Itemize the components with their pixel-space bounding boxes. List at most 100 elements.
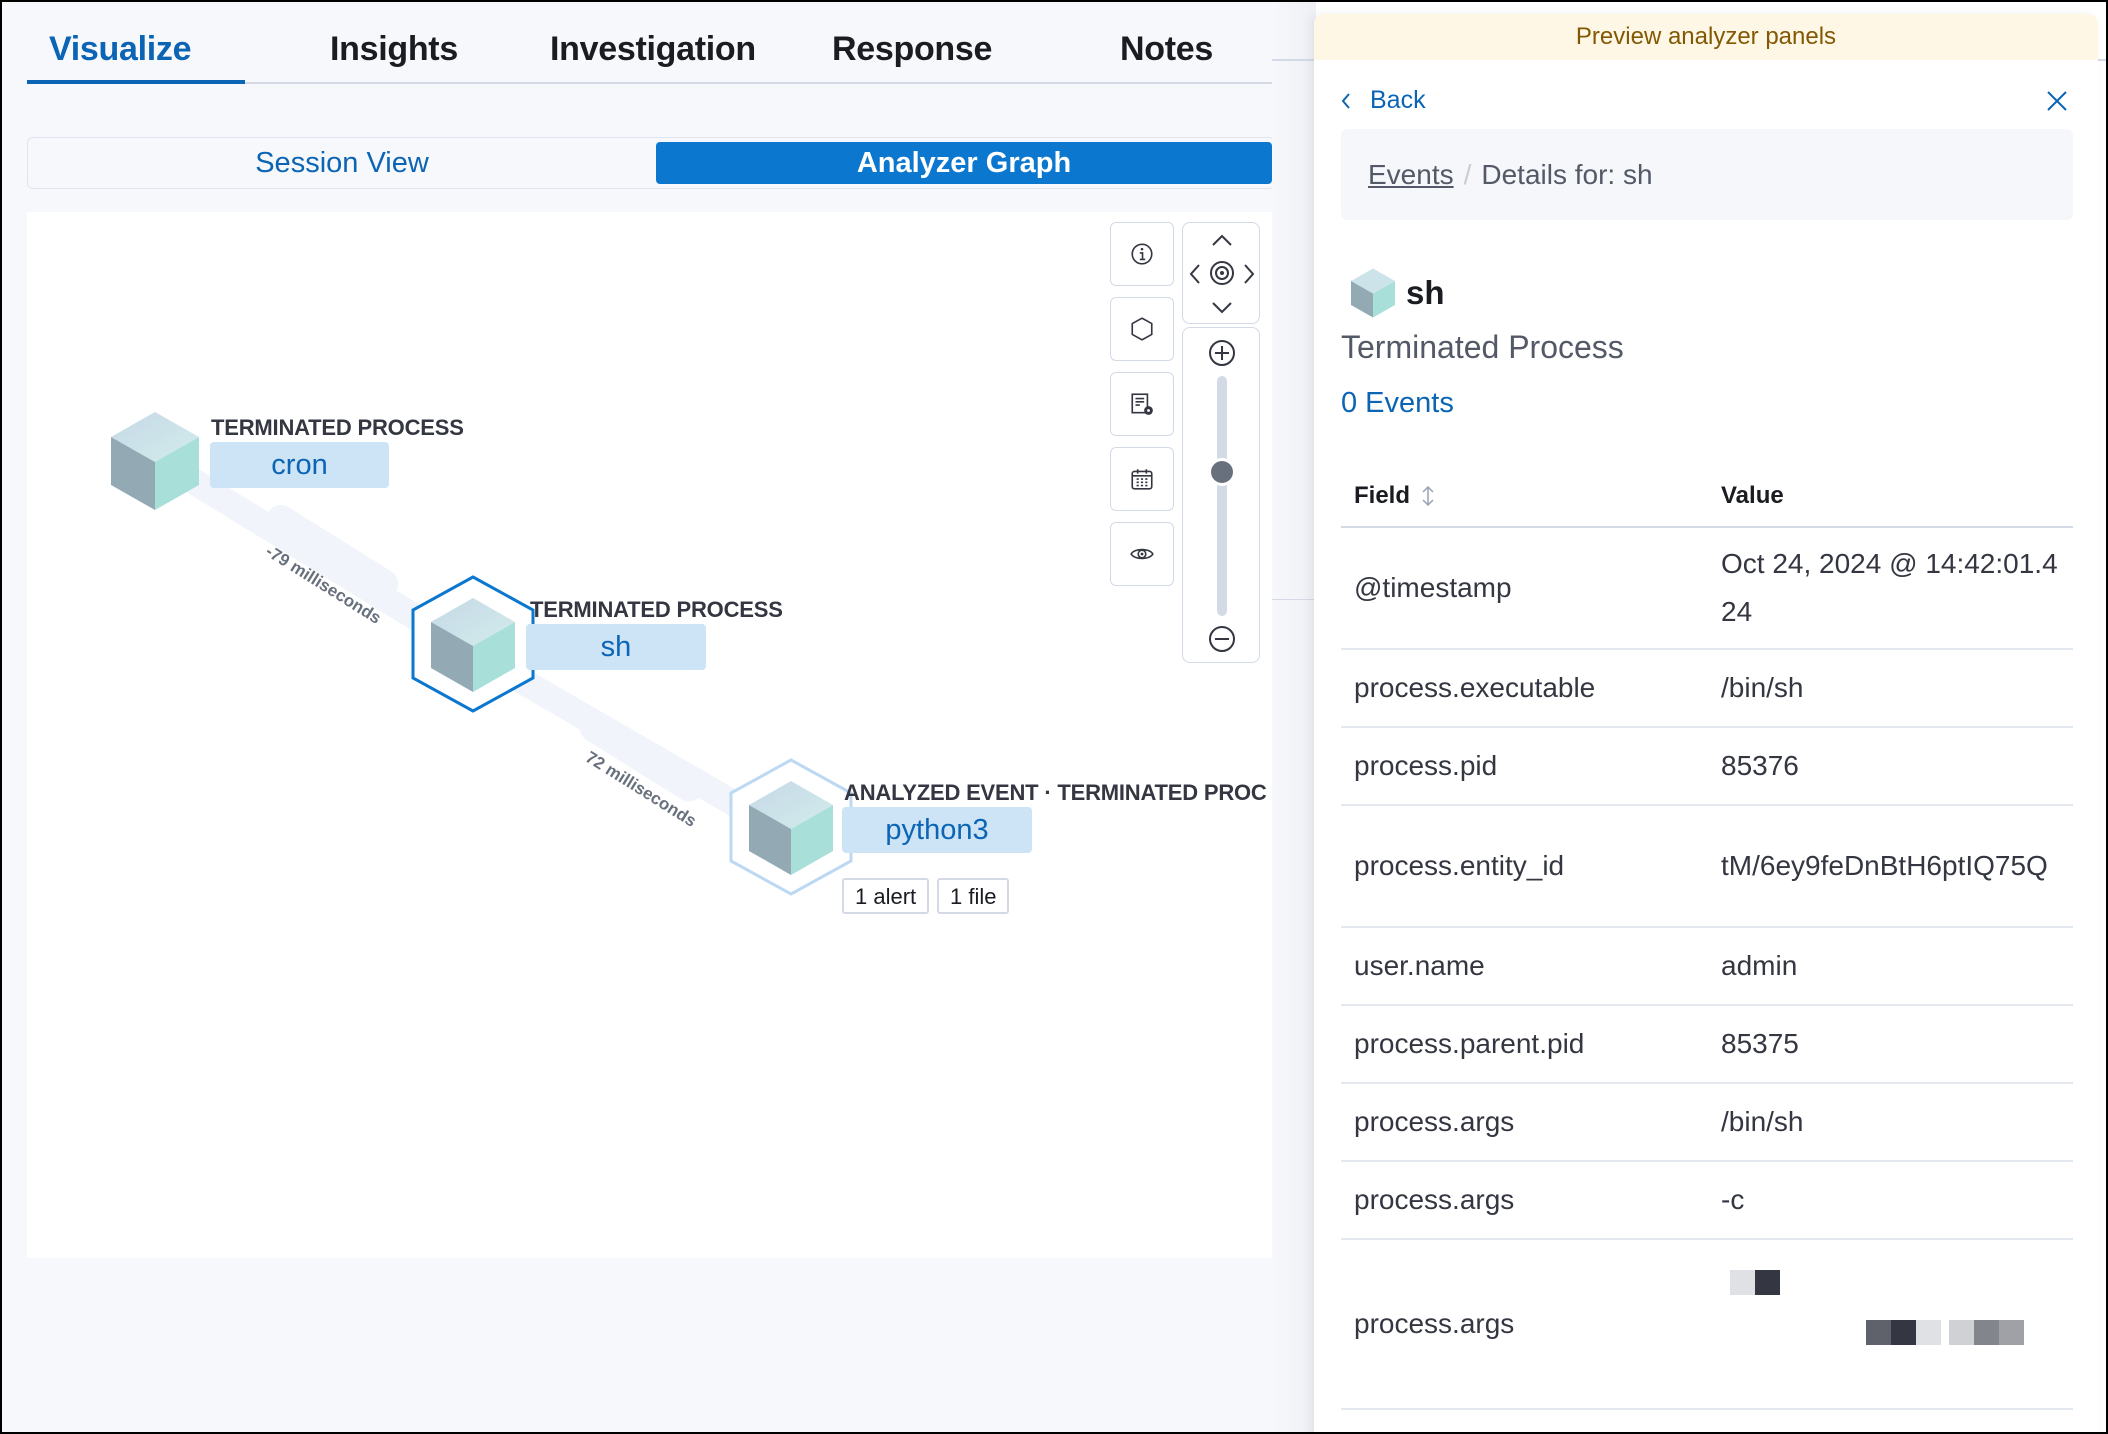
value-cell: -c	[1721, 1184, 1745, 1215]
value-column-header: Value	[1721, 482, 1784, 509]
node-type-label: TERMINATED PROCESS	[211, 415, 464, 440]
table-row: process.args/bin/sh	[1341, 1084, 2073, 1162]
events-count-link[interactable]: 0 Events	[1341, 387, 1454, 420]
chevron-up-icon	[1212, 234, 1232, 246]
flyout-tabs: Visualize Insights Investigation Respons…	[27, 2, 1275, 84]
process-title: sh	[1350, 267, 1445, 319]
process-cube-icon[interactable]	[109, 410, 201, 512]
calendar-icon	[1131, 469, 1153, 490]
chevron-right-icon	[1244, 264, 1255, 284]
redaction-block	[1891, 1320, 1916, 1345]
value-cell: admin	[1721, 950, 1798, 981]
field-column-header[interactable]: Field	[1354, 482, 1436, 510]
node-legend-button[interactable]	[1110, 297, 1174, 361]
plus-circle-icon	[1209, 340, 1235, 366]
close-icon[interactable]	[2044, 88, 2070, 114]
tab-investigation[interactable]: Investigation	[550, 30, 756, 69]
field-cell: process.args	[1354, 1106, 1515, 1137]
pan-south-button[interactable]	[1210, 297, 1234, 319]
sourcerer-settings-button[interactable]	[1110, 372, 1174, 436]
redacted-value	[1721, 1240, 2066, 1408]
hexagon-icon	[1131, 317, 1153, 341]
alerts-badge[interactable]: 1 alert	[842, 878, 930, 914]
minus-circle-icon	[1209, 626, 1235, 652]
process-state: Terminated Process	[1341, 329, 1624, 365]
show-panel-button[interactable]	[1110, 522, 1174, 586]
table-row: process.parent.pid 85375	[1341, 1006, 2073, 1084]
table-header: Field Value	[1341, 464, 2073, 528]
pan-east-button[interactable]	[1241, 261, 1257, 287]
node-type-label: ANALYZED EVENT · TERMINATED PROC	[844, 780, 1267, 805]
node-name-cron[interactable]: cron	[210, 442, 389, 488]
node-name-python3[interactable]: python3	[842, 807, 1032, 853]
back-label: Back	[1370, 86, 1426, 114]
analyzer-graph-canvas[interactable]: -79 milliseconds 72 milliseconds TERMINA…	[27, 212, 1277, 1258]
value-cell: tM/6ey9feDnBtH6ptIQ75Q	[1721, 850, 2048, 881]
active-tab-indicator	[27, 80, 245, 84]
value-cell: /bin/sh	[1721, 672, 1804, 703]
app-frame: Visualize Insights Investigation Respons…	[2, 2, 2106, 1432]
zoom-in-button[interactable]	[1207, 338, 1237, 368]
field-cell: user.name	[1354, 950, 1485, 981]
back-button[interactable]: Back	[1340, 86, 1426, 115]
redaction-block	[1999, 1320, 2024, 1345]
chevron-down-icon	[1212, 302, 1232, 314]
value-cell: 85375	[1721, 1028, 1799, 1059]
table-row: user.name admin	[1341, 928, 2073, 1006]
value-cell: /bin/sh	[1721, 1106, 1804, 1137]
zoom-controls	[1182, 327, 1260, 663]
field-cell: process.parent.pid	[1354, 1028, 1585, 1059]
field-cell: process.executable	[1354, 672, 1596, 703]
list-settings-icon	[1131, 393, 1153, 415]
view-toggle: Session View Analyzer Graph	[27, 137, 1275, 189]
chevron-left-icon	[1189, 264, 1200, 284]
redaction-block	[1730, 1270, 1755, 1295]
table-row: process.args -c	[1341, 1162, 2073, 1240]
value-cell: Oct 24, 2024 @ 14:42:01.424	[1721, 548, 2058, 627]
info-icon	[1131, 243, 1153, 265]
zoom-slider[interactable]	[1217, 376, 1227, 616]
panel-divider	[1272, 599, 1317, 600]
pan-controls	[1182, 222, 1260, 324]
field-cell: process.args	[1354, 1184, 1515, 1215]
tab-notes[interactable]: Notes	[1120, 30, 1213, 69]
redaction-block	[1866, 1320, 1891, 1345]
center-button[interactable]	[1208, 259, 1236, 287]
tab-visualize[interactable]: Visualize	[49, 30, 192, 69]
breadcrumb-current: Details for: sh	[1481, 159, 1653, 190]
analyzer-graph-button[interactable]: Analyzer Graph	[656, 142, 1272, 184]
pan-west-button[interactable]	[1187, 261, 1203, 287]
redaction-block	[1949, 1320, 1974, 1345]
tab-response[interactable]: Response	[832, 30, 992, 69]
process-details-table: Field Value @timestamp Oct 24, 2024 @ 14:…	[1341, 464, 2073, 1410]
table-row: @timestamp Oct 24, 2024 @ 14:42:01.424	[1341, 528, 2073, 650]
breadcrumb-events-link[interactable]: Events	[1368, 159, 1454, 190]
node-name-sh[interactable]: sh	[526, 624, 706, 670]
process-cube-icon	[1351, 268, 1395, 318]
redaction-block	[1916, 1320, 1941, 1345]
field-cell: process.args	[1354, 1308, 1515, 1339]
breadcrumb-separator: /	[1463, 159, 1472, 190]
zoom-out-button[interactable]	[1207, 624, 1237, 654]
tab-insights[interactable]: Insights	[330, 30, 458, 69]
field-cell: @timestamp	[1354, 572, 1512, 603]
session-view-button[interactable]: Session View	[32, 142, 652, 184]
origin-node-hexagon-icon[interactable]	[727, 757, 855, 897]
field-cell: process.pid	[1354, 750, 1498, 781]
files-badge[interactable]: 1 file	[937, 878, 1010, 914]
table-row: process.executable/bin/sh	[1341, 650, 2073, 728]
pan-north-button[interactable]	[1210, 229, 1234, 251]
table-row: process.pid 85376	[1341, 728, 2073, 806]
chevron-left-icon	[1341, 92, 1350, 109]
breadcrumb: Events / Details for: sh	[1341, 129, 2073, 220]
sort-icon	[1422, 485, 1434, 507]
date-picker-button[interactable]	[1110, 447, 1174, 511]
panel-shadow	[1272, 2, 1316, 1432]
info-button[interactable]	[1110, 222, 1174, 286]
preview-banner: Preview analyzer panels	[1314, 14, 2098, 60]
target-icon	[1210, 261, 1234, 285]
value-cell: 85376	[1721, 750, 1799, 781]
process-name: sh	[1406, 274, 1445, 311]
zoom-slider-thumb[interactable]	[1211, 461, 1233, 483]
selected-node-hexagon-icon[interactable]	[409, 574, 537, 714]
